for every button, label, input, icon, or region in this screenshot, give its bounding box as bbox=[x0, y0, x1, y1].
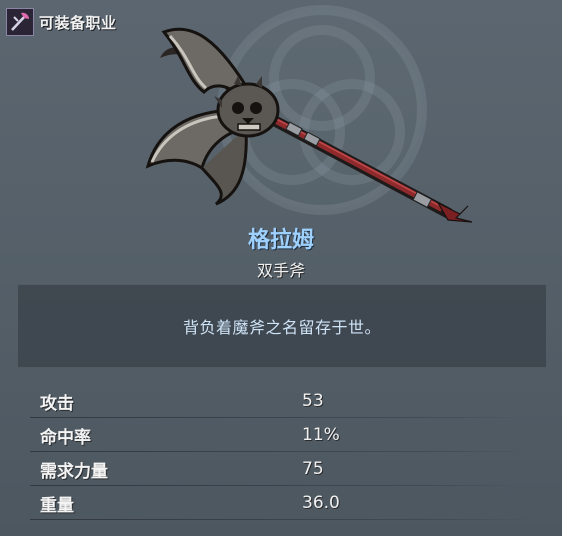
stat-label: 重量 bbox=[40, 495, 74, 516]
stat-value: 11% bbox=[302, 425, 340, 445]
stat-value: 75 bbox=[302, 459, 324, 479]
equippable-class-label: 可装备职业 bbox=[39, 13, 117, 32]
stat-value: 36.0 bbox=[302, 493, 340, 513]
item-stats-table: 攻击 53 命中率 11% 需求力量 75 重量 36.0 bbox=[30, 384, 530, 520]
stat-row-weight: 重量 36.0 bbox=[30, 486, 530, 520]
class-axe-icon[interactable] bbox=[6, 8, 34, 36]
item-description-panel: 背负着魔斧之名留存于世。 bbox=[18, 284, 546, 368]
stat-row-required-strength: 需求力量 75 bbox=[30, 452, 530, 486]
item-description: 背负着魔斧之名留存于世。 bbox=[182, 318, 381, 337]
stat-label: 需求力量 bbox=[40, 461, 108, 482]
stat-label: 攻击 bbox=[40, 393, 74, 414]
item-type: 双手斧 bbox=[256, 261, 305, 280]
skull-battle-axe-icon bbox=[145, 27, 473, 223]
equippable-class-header: 可装备职业 bbox=[6, 8, 117, 36]
stat-row-attack: 攻击 53 bbox=[30, 384, 530, 418]
stat-label: 命中率 bbox=[40, 427, 91, 448]
stat-value: 53 bbox=[302, 391, 324, 411]
item-name: 格拉姆 bbox=[247, 228, 314, 253]
stat-row-hit-rate: 命中率 11% bbox=[30, 418, 530, 452]
